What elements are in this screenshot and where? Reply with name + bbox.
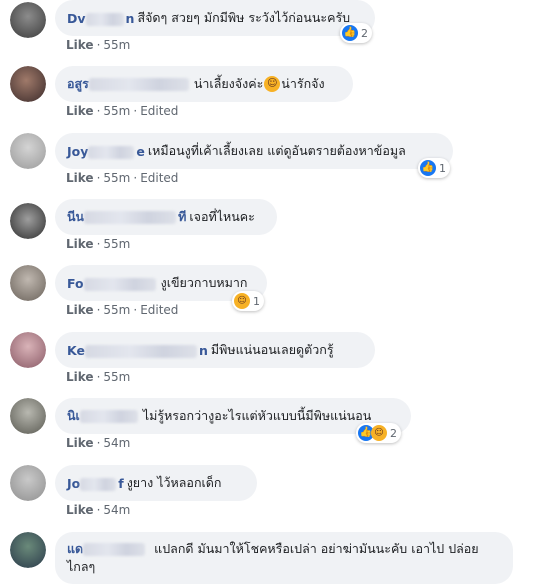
comment-text: มีพิษแน่นอนเลยดูตัวกรู้ — [210, 342, 334, 357]
commenter-name[interactable]: อสูร — [67, 74, 191, 94]
comment-text: เจอที่ไหนคะ — [189, 209, 255, 224]
timestamp[interactable]: 55m — [103, 237, 130, 251]
timestamp[interactable]: 55m — [103, 171, 130, 185]
like-link[interactable]: Like — [66, 104, 94, 118]
comment-bubble: Jo f งูยาง ไว้หลอกเด็ก — [55, 465, 257, 501]
comment-meta: Like · 55m — [66, 38, 131, 52]
thumbs-up-icon: 👍 — [342, 25, 358, 41]
comment-meta: Like · 55m · Edited — [66, 104, 179, 118]
thumbs-up-icon: 👍 — [420, 160, 436, 176]
commenter-name[interactable]: แด — [67, 541, 147, 556]
comment-meta: Like · 54m — [66, 503, 131, 517]
avatar[interactable] — [10, 398, 46, 434]
timestamp[interactable]: 55m — [103, 370, 130, 384]
reaction-summary[interactable]: 👍 ☺ 2 — [356, 423, 401, 443]
comment-text: สีจัดๆ สวยๆ มักมีพิษ ระวังไว้ก่อนนะครับ — [137, 10, 351, 25]
comment-bubble: Ke n มีพิษแน่นอนเลยดูตัวกรู้ — [55, 332, 375, 368]
timestamp[interactable]: 55m — [103, 38, 130, 52]
comment-text: ไม่รู้หรอกว่างูอะไรแต่หัวแบบนี้มีพิษแน่น… — [142, 408, 372, 423]
avatar[interactable] — [10, 66, 46, 102]
like-link[interactable]: Like — [66, 370, 94, 384]
laughing-face-icon: ☺ — [371, 425, 387, 441]
avatar[interactable] — [10, 203, 46, 239]
comment-bubble: นีน ที เจอที่ไหนคะ — [55, 199, 277, 235]
edited-label[interactable]: Edited — [140, 171, 178, 185]
commenter-name[interactable]: Fo — [67, 276, 158, 291]
comment-text: เหมือนงูที่เค้าเลี้ยงเลย แต่ดูอันตรายต้อ… — [147, 143, 406, 158]
comment-text: น่าเลี้ยงจังค่ะ — [193, 76, 264, 91]
edited-label[interactable]: Edited — [140, 303, 178, 317]
timestamp[interactable]: 54m — [103, 503, 130, 517]
edited-label[interactable]: Edited — [140, 104, 178, 118]
timestamp[interactable]: 54m — [103, 436, 130, 450]
like-link[interactable]: Like — [66, 171, 94, 185]
avatar[interactable] — [10, 465, 46, 501]
comment-meta: Like · 54m — [66, 436, 131, 450]
avatar[interactable] — [10, 2, 46, 38]
avatar[interactable] — [10, 265, 46, 301]
commenter-name[interactable]: นีน ที — [67, 207, 186, 227]
comment-bubble: อสูร น่าเลี้ยงจังค่ะ ☺ น่ารักจัง — [55, 66, 353, 102]
reaction-summary[interactable]: 👍 1 — [418, 158, 450, 178]
laughing-face-icon: ☺ — [234, 293, 250, 309]
commenter-name[interactable]: Ke n — [67, 343, 208, 358]
timestamp[interactable]: 55m — [103, 303, 130, 317]
like-link[interactable]: Like — [66, 38, 94, 52]
comment-bubble: Dv n สีจัดๆ สวยๆ มักมีพิษ ระวังไว้ก่อนนะค… — [55, 0, 375, 36]
comment-meta: Like · 55m — [66, 237, 131, 251]
comment-bubble: แด แปลกดี มันมาให้โชคหรือเปล่า อย่าฆ่ามั… — [55, 532, 513, 584]
comment-meta: Like · 55m — [66, 370, 131, 384]
comment-meta: Like · 55m · Edited — [66, 303, 179, 317]
comment-bubble: Joy e เหมือนงูที่เค้าเลี้ยงเลย แต่ดูอันตร… — [55, 133, 453, 169]
comment-text: งูยาง ไว้หลอกเด็ก — [126, 475, 222, 490]
comment-text-after: น่ารักจัง — [281, 76, 325, 91]
commenter-name[interactable]: Dv n — [67, 11, 134, 26]
like-link[interactable]: Like — [66, 503, 94, 517]
smiling-face-icon: ☺ — [264, 76, 281, 92]
avatar[interactable] — [10, 332, 46, 368]
like-link[interactable]: Like — [66, 436, 94, 450]
commenter-name[interactable]: นิเ — [67, 406, 140, 426]
like-link[interactable]: Like — [66, 237, 94, 251]
reaction-summary[interactable]: 👍 2 — [340, 23, 372, 43]
avatar[interactable] — [10, 133, 46, 169]
reaction-summary[interactable]: ☺ 1 — [232, 291, 264, 311]
like-link[interactable]: Like — [66, 303, 94, 317]
comment-meta: Like · 55m · Edited — [66, 171, 179, 185]
comment-text: งูเขียวกาบหมาก — [160, 275, 248, 290]
timestamp[interactable]: 55m — [103, 104, 130, 118]
commenter-name[interactable]: Joy e — [67, 144, 145, 159]
avatar[interactable] — [10, 532, 46, 568]
commenter-name[interactable]: Jo f — [67, 476, 124, 491]
